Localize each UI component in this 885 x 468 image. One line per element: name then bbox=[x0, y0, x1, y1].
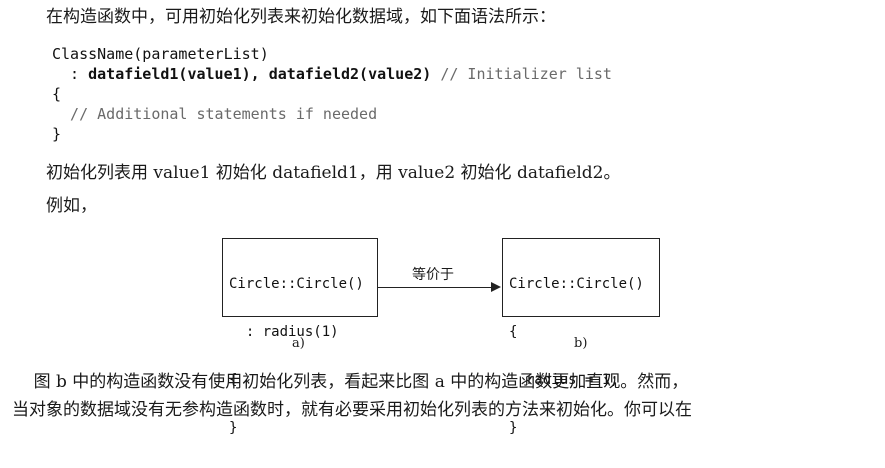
textbook-page: 在构造函数中，可用初始化列表来初始化数据域，如下面语法所示： ClassName… bbox=[0, 0, 885, 436]
syntax-line-2: : datafield1(value1), datafield2(value2)… bbox=[52, 64, 612, 84]
syntax-line-5: } bbox=[52, 125, 62, 143]
paragraph-line-2: 当对象的数据域没有无参构造函数时，就有必要采用初始化列表的方法来初始化。你可以在 bbox=[12, 400, 692, 420]
figure-box-a: Circle::Circle() : radius(1) { } bbox=[222, 238, 378, 436]
explain-text: 初始化列表用 value1 初始化 datafield1，用 value2 初始… bbox=[46, 163, 621, 183]
syntax-initializer: datafield1(value1), datafield2(value2) bbox=[88, 65, 432, 83]
syntax-comment: // Initializer list bbox=[431, 65, 612, 83]
paragraph-line-1: 图 b 中的构造函数没有使用初始化列表，看起来比图 a 中的构造函数更加直观。然… bbox=[12, 372, 689, 392]
equivalence-label: 等价于 bbox=[412, 267, 454, 283]
caption-a: a) bbox=[292, 336, 305, 351]
arrow-right-icon bbox=[491, 282, 501, 292]
syntax-line-1: ClassName(parameterList) bbox=[52, 45, 269, 63]
syntax-line-3: { bbox=[52, 85, 62, 103]
equivalence-arrow-line bbox=[378, 287, 492, 288]
intro-text: 在构造函数中，可用初始化列表来初始化数据域，如下面语法所示： bbox=[46, 7, 556, 27]
caption-b: b) bbox=[574, 336, 588, 351]
syntax-line-4: // Additional statements if needed bbox=[52, 105, 378, 123]
figure-box-b: Circle::Circle() { radius = 1; } bbox=[502, 238, 660, 436]
box-a-line-1: Circle::Circle() bbox=[229, 276, 364, 292]
box-b-line-1: Circle::Circle() bbox=[509, 276, 644, 292]
example-text: 例如， bbox=[46, 196, 97, 216]
syntax-prefix: : bbox=[52, 65, 89, 83]
